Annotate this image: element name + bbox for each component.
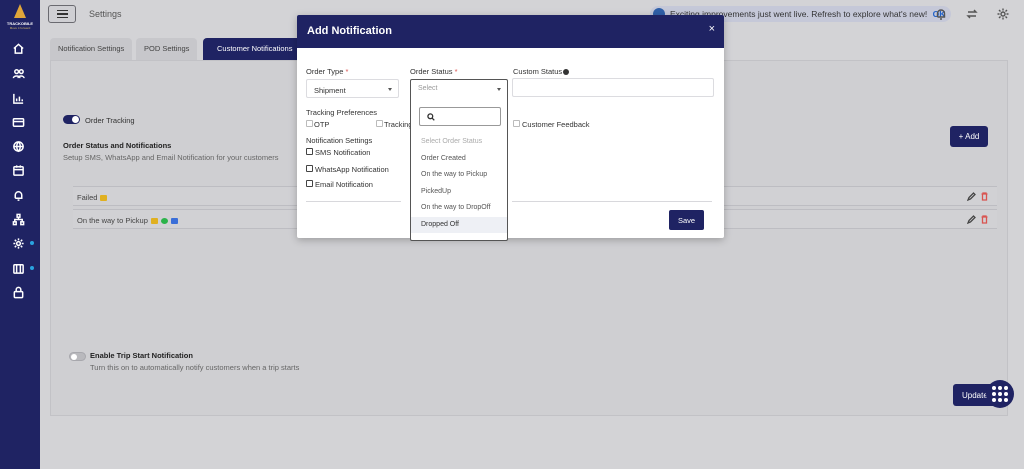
tracking-preferences-label: Tracking Preferences [306, 108, 378, 117]
bell-icon[interactable] [934, 7, 948, 21]
chevron-down-icon [497, 88, 501, 91]
order-tracking-label: Order Tracking [85, 116, 135, 125]
add-notification-button[interactable]: + Add [950, 126, 988, 147]
trip-start-label: Enable Trip Start Notification [90, 351, 193, 360]
dropdown-option[interactable]: Dropped Off [411, 217, 507, 233]
customer-feedback-label: Customer Feedback [522, 120, 590, 129]
book-icon[interactable] [11, 261, 25, 275]
divider [306, 201, 401, 202]
badge-dot [30, 266, 34, 270]
tab-pod-settings[interactable]: POD Settings [136, 38, 198, 60]
sms-icon [100, 195, 108, 202]
order-type-value: Shipment [314, 86, 346, 95]
whatsapp-checkbox[interactable] [306, 165, 313, 172]
dropdown-option[interactable]: Order Created [411, 151, 507, 167]
dropdown-option[interactable]: Select Order Status [411, 134, 507, 150]
tab-customer-notifications[interactable]: Customer Notifications [203, 38, 307, 60]
bell-icon[interactable] [11, 188, 25, 202]
apps-grid-icon[interactable] [986, 380, 1014, 408]
email-checkbox[interactable] [306, 180, 313, 187]
add-notification-modal: Add Notification × Order Type * Shipment… [297, 15, 724, 238]
modal-header: Add Notification × [297, 15, 724, 48]
whatsapp-label: WhatsApp Notification [315, 165, 389, 174]
row-label: Failed [77, 193, 108, 202]
customer-feedback-checkbox[interactable] [513, 120, 520, 127]
email-icon [170, 218, 178, 225]
modal-title: Add Notification [307, 25, 392, 37]
home-icon[interactable] [11, 41, 25, 55]
close-icon[interactable]: × [709, 23, 715, 35]
search-icon [427, 113, 435, 121]
divider [512, 201, 712, 202]
otp-checkbox[interactable] [306, 120, 313, 127]
order-type-label: Order Type * [306, 67, 349, 76]
brand-tagline: Move it forward [9, 26, 31, 30]
delete-icon[interactable] [980, 215, 989, 224]
whatsapp-icon [160, 218, 168, 225]
sms-icon [150, 218, 158, 225]
sidebar: TRACKOBILE Move it forward [0, 0, 40, 469]
tab-notification-settings[interactable]: Notification Settings [50, 38, 133, 60]
row-label: On the way to Pickup [77, 216, 178, 225]
sync-icon[interactable] [965, 7, 979, 21]
otp-label: OTP [314, 120, 330, 129]
section-title: Order Status and Notifications [63, 141, 172, 150]
logo-mark-icon [14, 4, 26, 18]
delete-icon[interactable] [980, 192, 989, 201]
custom-status-label: Custom Status [513, 67, 570, 76]
order-status-label: Order Status * [410, 67, 458, 76]
order-tracking-toggle[interactable] [63, 115, 80, 124]
calendar-icon[interactable] [11, 163, 25, 177]
order-status-placeholder: Select [411, 80, 507, 98]
globe-icon[interactable] [11, 139, 25, 153]
notification-settings-label: Notification Settings [306, 136, 373, 145]
chart-icon[interactable] [11, 91, 25, 105]
gear-icon[interactable] [11, 236, 25, 250]
edit-icon[interactable] [966, 215, 976, 225]
lock-icon[interactable] [11, 285, 25, 299]
dropdown-option[interactable]: On the way to Pickup [411, 167, 507, 183]
active-indicator [30, 241, 34, 245]
trip-start-description: Turn this on to automatically notify cus… [90, 363, 300, 372]
dropdown-option[interactable]: PickedUp [411, 184, 507, 200]
section-description: Setup SMS, WhatsApp and Email Notificati… [63, 153, 279, 162]
save-button[interactable]: Save [669, 210, 704, 230]
info-icon[interactable] [563, 69, 570, 76]
dropdown-search-input[interactable] [419, 107, 501, 126]
brand-logo[interactable]: TRACKOBILE Move it forward [4, 4, 36, 34]
sms-label: SMS Notification [315, 148, 371, 157]
edit-icon[interactable] [966, 192, 976, 202]
sms-checkbox[interactable] [306, 148, 313, 155]
card-icon[interactable] [11, 115, 25, 129]
dropdown-option[interactable]: On the way to DropOff [411, 200, 507, 216]
order-type-select[interactable]: Shipment [306, 79, 399, 98]
custom-status-input[interactable] [512, 78, 714, 97]
menu-toggle-button[interactable] [48, 5, 76, 23]
tracking-checkbox[interactable] [376, 120, 383, 127]
email-label: Email Notification [315, 180, 373, 189]
trip-start-toggle[interactable] [69, 352, 86, 361]
gear-icon[interactable] [996, 7, 1010, 21]
users-icon[interactable] [11, 66, 25, 80]
page-title: Settings [89, 9, 122, 19]
tracking-label: Tracking [384, 120, 413, 129]
order-status-select[interactable]: Select Select Order Status Order Created… [410, 79, 508, 241]
hierarchy-icon[interactable] [11, 212, 25, 226]
chevron-down-icon [388, 88, 392, 91]
